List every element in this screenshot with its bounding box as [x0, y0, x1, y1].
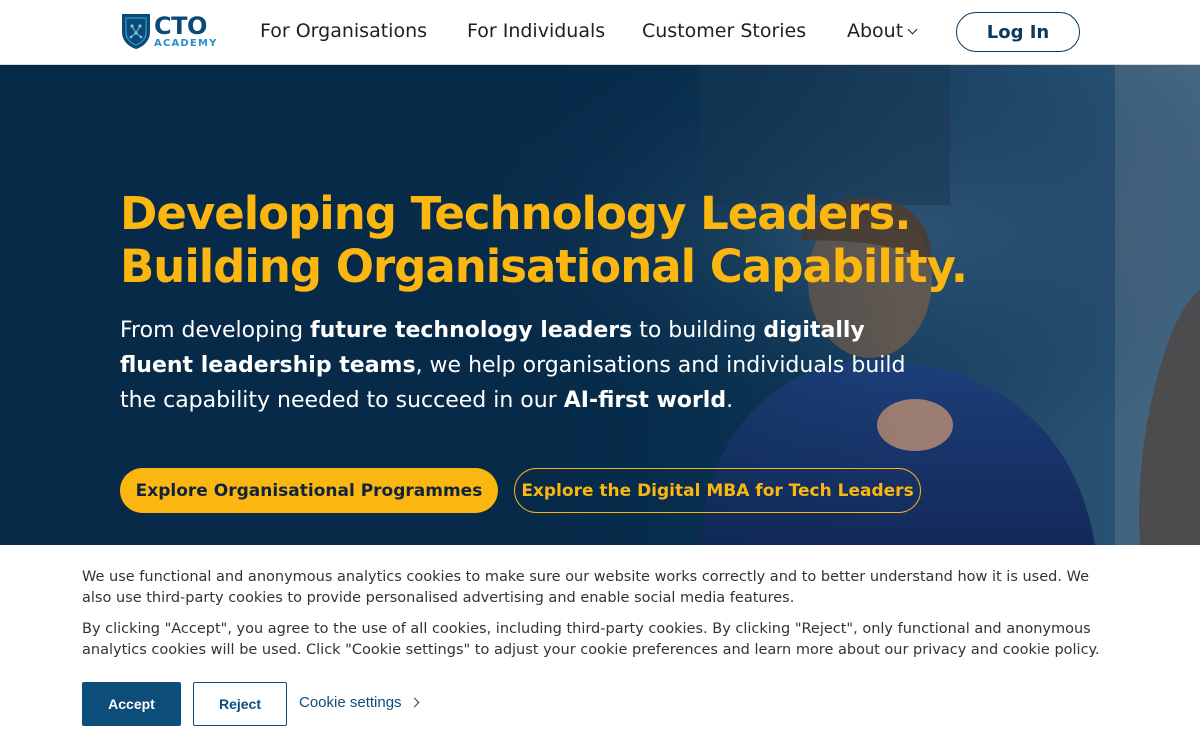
site-header: CTO ACADEMY For Organisations For Indivi… [0, 0, 1200, 65]
hero-title-line1: Developing Technology Leaders. [120, 187, 911, 240]
nav-for-individuals[interactable]: For Individuals [467, 20, 605, 42]
hero-title-line2: Building Organisational Capability. [120, 240, 968, 293]
chevron-right-icon [409, 697, 420, 708]
cookie-paragraph-2: By clicking "Accept", you agree to the u… [82, 621, 1100, 658]
nav-about[interactable]: About [847, 20, 918, 42]
logo-wordmark: CTO ACADEMY [154, 14, 218, 49]
cookie-settings-link[interactable]: Cookie settings [299, 694, 420, 711]
cookie-banner: We use functional and anonymous analytic… [0, 545, 1200, 750]
cookie-paragraph-1: We use functional and anonymous analytic… [82, 569, 1089, 606]
hero-sub-bold3: AI-first world [563, 388, 727, 413]
nav-for-organisations[interactable]: For Organisations [260, 20, 427, 42]
logo-line2: ACADEMY [154, 37, 218, 49]
nav-customer-stories[interactable]: Customer Stories [642, 20, 806, 42]
hero-sub-text2: to building [632, 318, 764, 343]
login-button[interactable]: Log In [956, 12, 1080, 52]
hero-sub-text4: . [726, 388, 734, 413]
explore-organisational-programmes-button[interactable]: Explore Organisational Programmes [120, 468, 498, 513]
accept-cookies-button[interactable]: Accept [82, 682, 181, 726]
chevron-down-icon [907, 24, 918, 34]
hero-section: Developing Technology Leaders. Building … [0, 65, 1200, 545]
cookie-settings-label: Cookie settings [299, 694, 402, 711]
hero-sub-bold1: future technology leaders [310, 318, 633, 343]
hero-subtitle: From developing future technology leader… [120, 313, 920, 418]
hero-sub-text1: From developing [120, 318, 311, 343]
hero-title: Developing Technology Leaders. Building … [120, 187, 1020, 293]
logo-line1: CTO [154, 11, 207, 40]
explore-digital-mba-button[interactable]: Explore the Digital MBA for Tech Leaders [514, 468, 921, 513]
shield-logo-icon [122, 14, 150, 49]
nav-about-label: About [847, 20, 904, 42]
reject-cookies-button[interactable]: Reject [193, 682, 287, 726]
cto-academy-logo[interactable]: CTO ACADEMY [120, 12, 220, 50]
